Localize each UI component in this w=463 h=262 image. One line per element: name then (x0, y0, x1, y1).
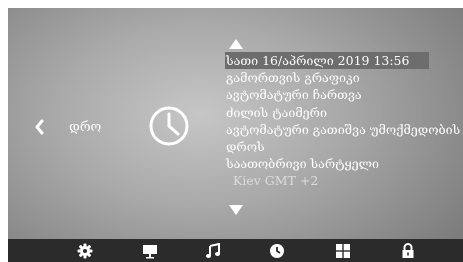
menu-item-auto-off-inactivity-cont[interactable]: დროს (225, 138, 461, 155)
settings-menu: სათი 16/აპრილი 2019 13:56 გამორთვის გრაფ… (225, 52, 461, 190)
lock-icon[interactable] (400, 243, 416, 259)
menu-item-date-time[interactable]: სათი 16/აპრილი 2019 13:56 (225, 52, 429, 70)
category-label[interactable]: დრო (69, 120, 101, 136)
settings-screen: დრო სათი 16/აპრილი 2019 13:56 გამორთვის … (8, 8, 463, 262)
bottom-nav-bar (8, 239, 463, 262)
chevron-left-icon[interactable] (34, 119, 44, 135)
gear-icon[interactable] (77, 243, 93, 259)
arrow-down-icon[interactable] (228, 204, 244, 216)
grid-icon[interactable] (335, 243, 351, 259)
music-note-icon[interactable] (205, 243, 221, 259)
menu-item-auto-power-on[interactable]: ავტომატური ჩართვა (225, 86, 461, 103)
arrow-up-icon[interactable] (228, 38, 244, 50)
menu-item-time-zone[interactable]: საათობრივი სარტყელი (225, 155, 461, 172)
clock-icon[interactable] (269, 243, 285, 259)
time-zone-value: Kiev GMT +2 (233, 173, 319, 189)
clock-icon (149, 106, 189, 146)
menu-item-auto-off-inactivity[interactable]: ავტომატური გათიშვა უმოქმედობის (225, 121, 461, 138)
menu-item-shutdown-schedule[interactable]: გამორთვის გრაფიკი (225, 69, 461, 86)
monitor-icon[interactable] (142, 243, 158, 259)
menu-item-sleep-timer[interactable]: ძილის ტაიმერი (225, 104, 461, 121)
